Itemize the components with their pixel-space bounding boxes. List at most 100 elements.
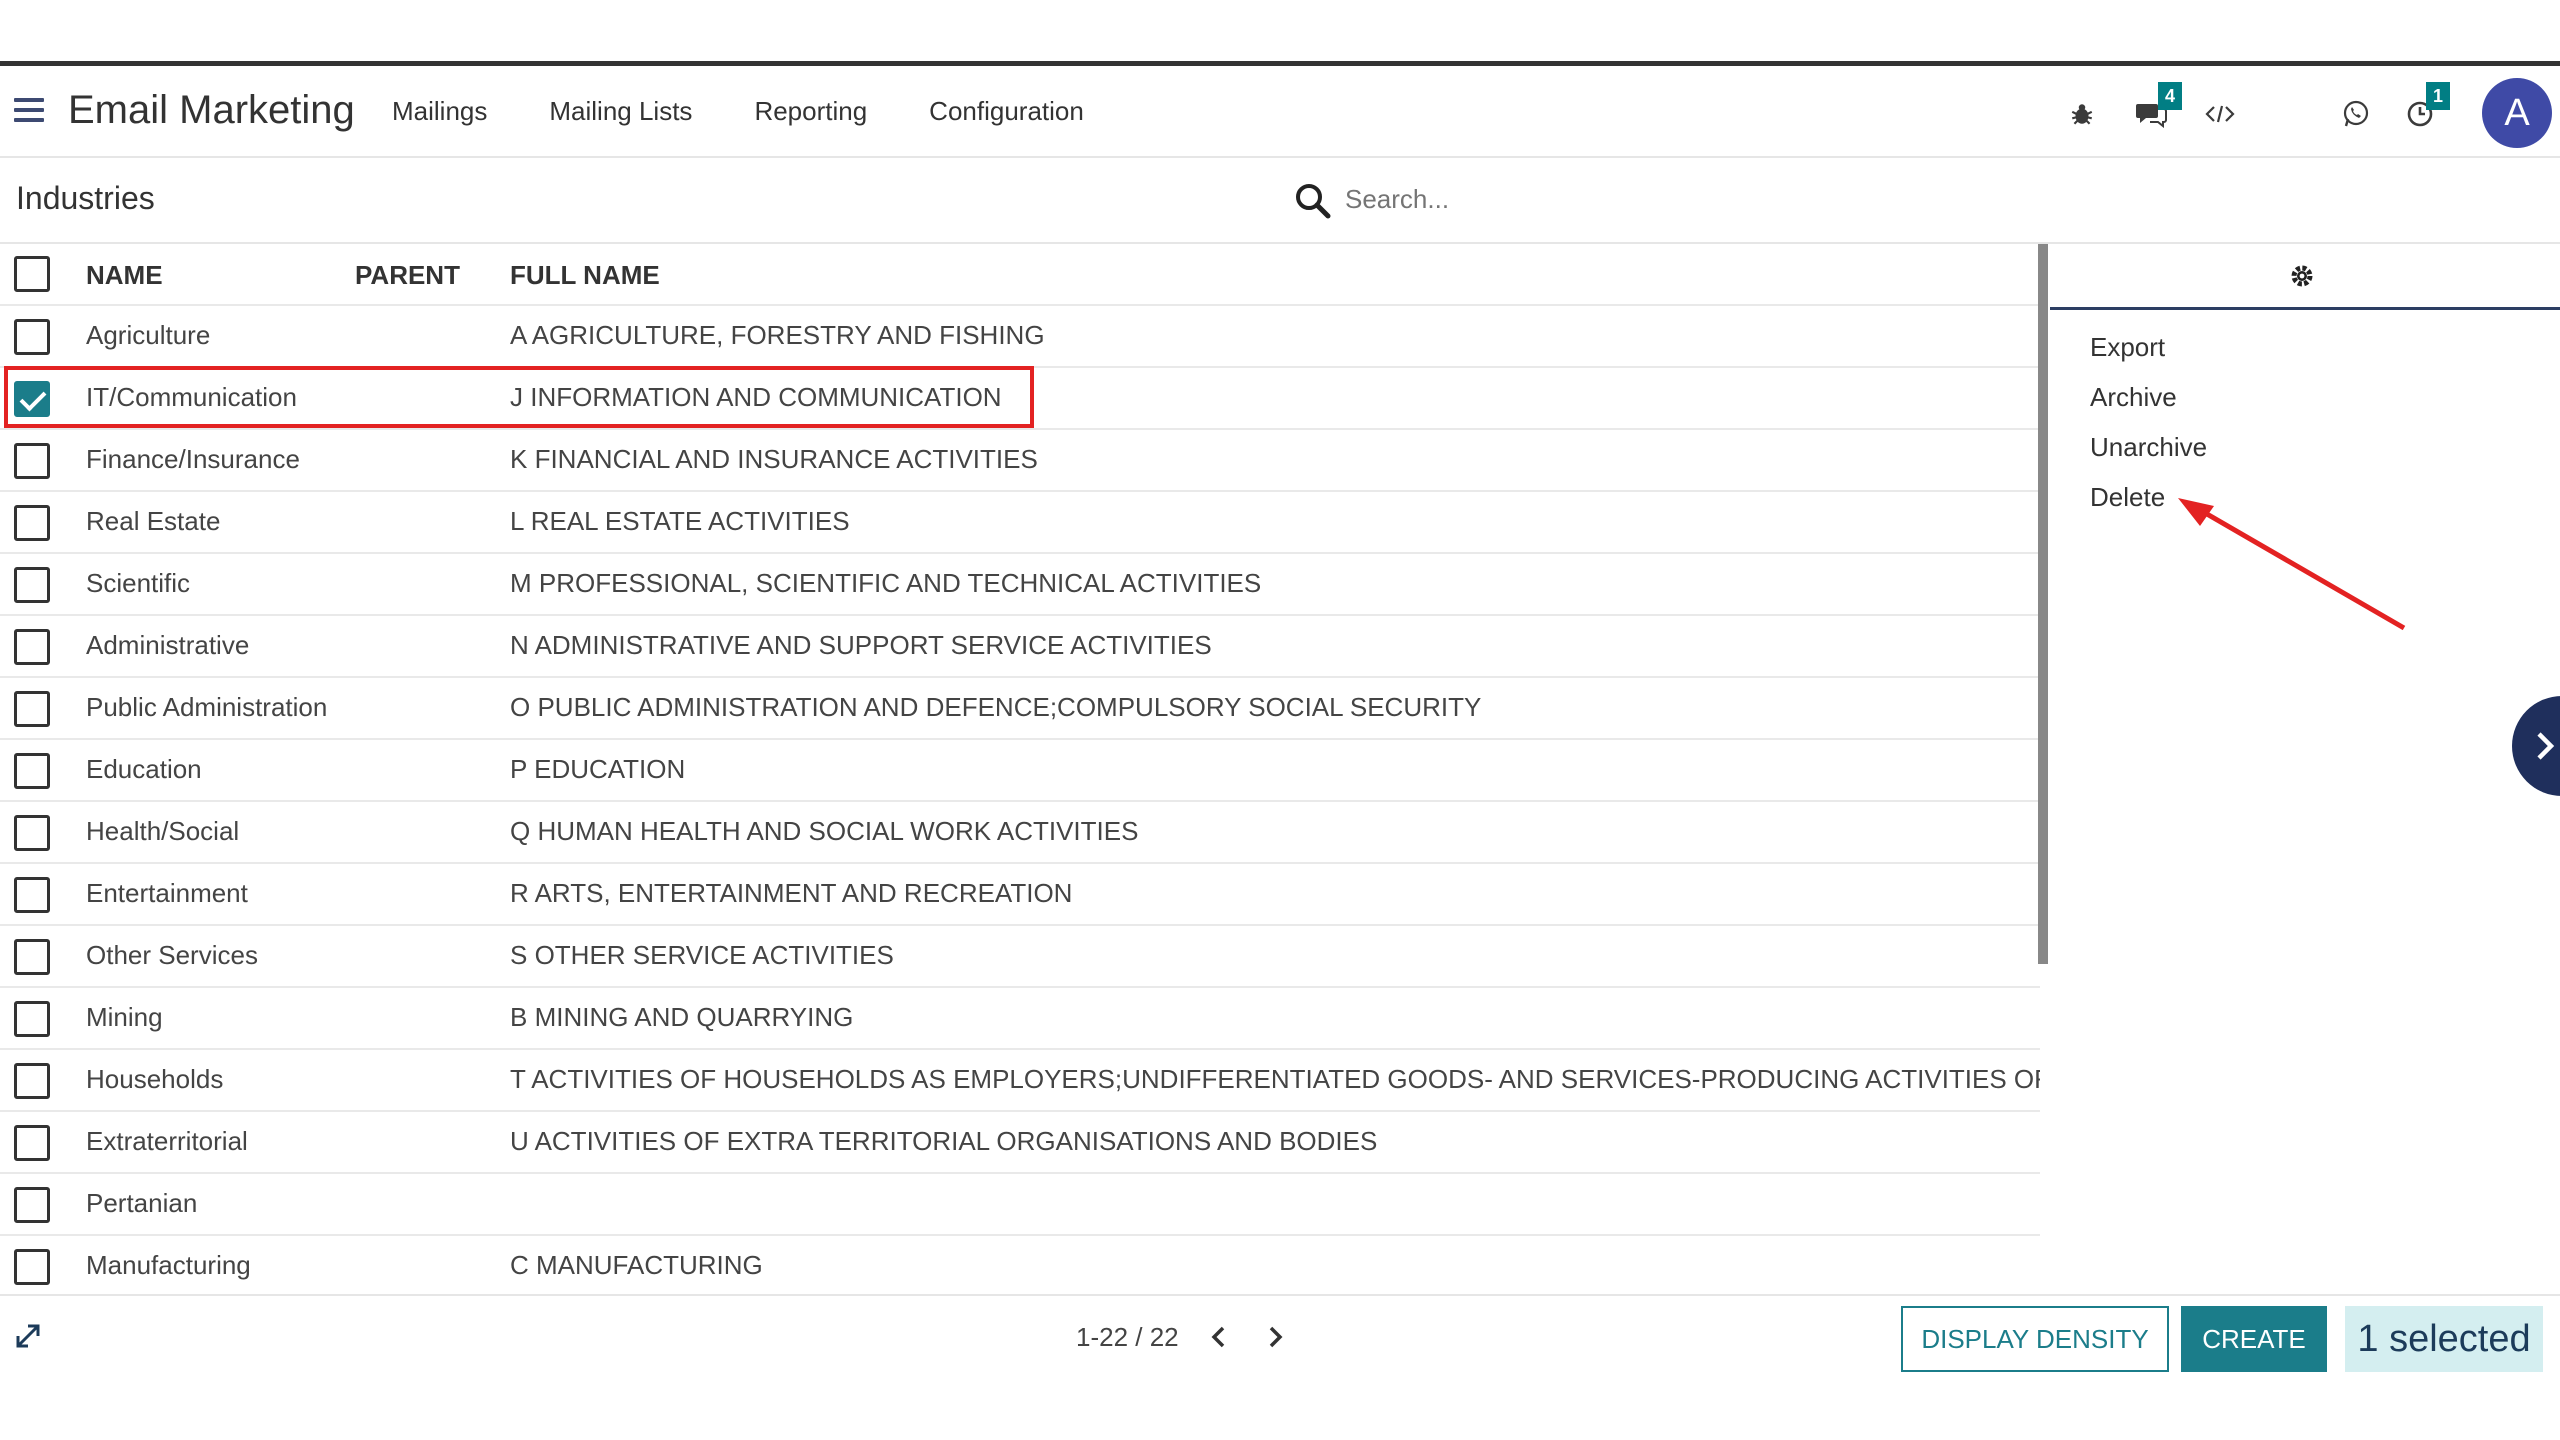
cell-full-name: R ARTS, ENTERTAINMENT AND RECREATION [510, 878, 1073, 908]
row-checkbox[interactable] [14, 753, 50, 789]
table-row[interactable]: Agriculture A AGRICULTURE, FORESTRY AND F… [0, 306, 2040, 368]
row-checkbox[interactable] [14, 629, 50, 665]
action-export[interactable]: Export [2090, 332, 2165, 363]
table-row[interactable]: Public Administration O PUBLIC ADMINISTRA… [0, 678, 2040, 740]
row-checkbox[interactable] [14, 815, 50, 851]
table-row[interactable]: Education P EDUCATION [0, 740, 2040, 802]
gear-icon[interactable] [2288, 262, 2316, 290]
row-checkbox[interactable] [14, 443, 50, 479]
menu-configuration[interactable]: Configuration [929, 96, 1084, 127]
cell-name: Health/Social [86, 816, 240, 846]
table-row[interactable]: IT/Communication J INFORMATION AND COMMUN… [0, 368, 2040, 430]
cell-name: Administrative [86, 630, 250, 660]
cell-name: Households [86, 1064, 224, 1094]
cell-name: Mining [86, 1002, 163, 1032]
browser-top-area [0, 0, 2560, 61]
pager-previous-icon[interactable] [1206, 1322, 1232, 1352]
table-row[interactable]: Other Services S OTHER SERVICE ACTIVITIES [0, 926, 2040, 988]
page-title: Industries [16, 180, 155, 216]
row-checkbox[interactable] [14, 877, 50, 913]
cell-name: Extraterritorial [86, 1126, 248, 1156]
table-row[interactable]: Administrative N ADMINISTRATIVE AND SUPPO… [0, 616, 2040, 678]
table-row[interactable]: Pertanian [0, 1174, 2040, 1236]
cell-name: Public Administration [86, 692, 328, 722]
cell-full-name: J INFORMATION AND COMMUNICATION [510, 382, 1002, 412]
header-parent[interactable]: PARENT [355, 260, 495, 291]
industries-list: NAME PARENT FULL NAME Agriculture A AGRIC… [0, 244, 2040, 1294]
expand-icon[interactable] [14, 1322, 42, 1350]
activity-clock-icon[interactable]: 1 [2400, 82, 2450, 134]
row-checkbox[interactable] [14, 1187, 50, 1223]
cell-name: Entertainment [86, 878, 248, 908]
menu-hamburger-icon[interactable] [14, 98, 44, 122]
search-input[interactable] [1345, 178, 1945, 220]
chevron-right-icon [2537, 732, 2555, 760]
cell-name: Agriculture [86, 320, 211, 350]
table-row[interactable]: Mining B MINING AND QUARRYING [0, 988, 2040, 1050]
side-panel-header [2050, 244, 2560, 310]
row-checkbox[interactable] [14, 939, 50, 975]
search-icon[interactable] [1294, 182, 1332, 220]
cell-full-name: T ACTIVITIES OF HOUSEHOLDS AS EMPLOYERS;… [510, 1064, 2040, 1094]
cell-name: Scientific [86, 568, 191, 598]
menu-mailings[interactable]: Mailings [392, 96, 487, 127]
top-menu: Mailings Mailing Lists Reporting Configu… [392, 96, 1146, 127]
header-name[interactable]: NAME [86, 260, 346, 291]
whatsapp-icon[interactable] [2336, 94, 2376, 134]
cell-name: Other Services [86, 940, 258, 970]
row-checkbox[interactable] [14, 1125, 50, 1161]
select-all-checkbox[interactable] [14, 256, 50, 292]
main-navbar: Email Marketing Mailings Mailing Lists R… [0, 66, 2560, 158]
chat-icon[interactable]: 4 [2132, 82, 2182, 134]
cell-full-name: M PROFESSIONAL, SCIENTIFIC AND TECHNICAL… [510, 568, 1262, 598]
table-row[interactable]: Entertainment R ARTS, ENTERTAINMENT AND R… [0, 864, 2040, 926]
row-checkbox[interactable] [14, 1063, 50, 1099]
table-row[interactable]: Scientific M PROFESSIONAL, SCIENTIFIC AND… [0, 554, 2040, 616]
table-row[interactable]: Extraterritorial U ACTIVITIES OF EXTRA TE… [0, 1112, 2040, 1174]
action-archive[interactable]: Archive [2090, 382, 2177, 413]
pager-next-icon[interactable] [1262, 1322, 1288, 1352]
row-checkbox[interactable] [14, 381, 50, 417]
red-arrow-annotation [2178, 498, 2406, 631]
control-panel: Industries [0, 158, 2560, 244]
row-checkbox[interactable] [14, 319, 50, 355]
row-checkbox[interactable] [14, 1249, 50, 1285]
table-row[interactable]: Finance/Insurance K FINANCIAL AND INSURAN… [0, 430, 2040, 492]
cell-name: Education [86, 754, 202, 784]
table-header: NAME PARENT FULL NAME [0, 244, 2040, 306]
cell-name: IT/Communication [86, 382, 297, 412]
action-side-panel: Export Archive Unarchive Delete [2050, 244, 2560, 1294]
cell-full-name: N ADMINISTRATIVE AND SUPPORT SERVICE ACT… [510, 630, 1212, 660]
activity-badge: 1 [2426, 82, 2450, 110]
bug-icon[interactable] [2062, 94, 2102, 134]
cell-full-name: K FINANCIAL AND INSURANCE ACTIVITIES [510, 444, 1038, 474]
cell-full-name: B MINING AND QUARRYING [510, 1002, 854, 1032]
cell-name: Real Estate [86, 506, 221, 536]
menu-mailing-lists[interactable]: Mailing Lists [549, 96, 692, 127]
cell-full-name: L REAL ESTATE ACTIVITIES [510, 506, 850, 536]
table-row[interactable]: Real Estate L REAL ESTATE ACTIVITIES [0, 492, 2040, 554]
row-checkbox[interactable] [14, 1001, 50, 1037]
display-density-button[interactable]: DISPLAY DENSITY [1901, 1306, 2169, 1372]
cell-name: Finance/Insurance [86, 444, 300, 474]
header-full-name[interactable]: FULL NAME [510, 260, 2040, 291]
pager-value[interactable]: 1-22 / 22 [1076, 1322, 1179, 1353]
cell-full-name: O PUBLIC ADMINISTRATION AND DEFENCE;COMP… [510, 692, 1482, 722]
user-avatar[interactable]: A [2482, 78, 2552, 148]
app-title[interactable]: Email Marketing [68, 88, 355, 133]
menu-reporting[interactable]: Reporting [754, 96, 867, 127]
row-checkbox[interactable] [14, 505, 50, 541]
row-checkbox[interactable] [14, 567, 50, 603]
list-scrollbar[interactable] [2038, 244, 2048, 964]
table-row[interactable]: Health/Social Q HUMAN HEALTH AND SOCIAL W… [0, 802, 2040, 864]
row-checkbox[interactable] [14, 691, 50, 727]
cell-name: Pertanian [86, 1188, 198, 1218]
table-row[interactable]: Households T ACTIVITIES OF HOUSEHOLDS AS … [0, 1050, 2040, 1112]
create-button[interactable]: CREATE [2181, 1306, 2327, 1372]
code-icon[interactable] [2200, 94, 2240, 134]
action-delete[interactable]: Delete [2090, 482, 2165, 513]
cell-full-name: A AGRICULTURE, FORESTRY AND FISHING [510, 320, 1045, 350]
action-unarchive[interactable]: Unarchive [2090, 432, 2207, 463]
cell-full-name: P EDUCATION [510, 754, 686, 784]
table-row[interactable]: Manufacturing C MANUFACTURING [0, 1236, 2040, 1294]
